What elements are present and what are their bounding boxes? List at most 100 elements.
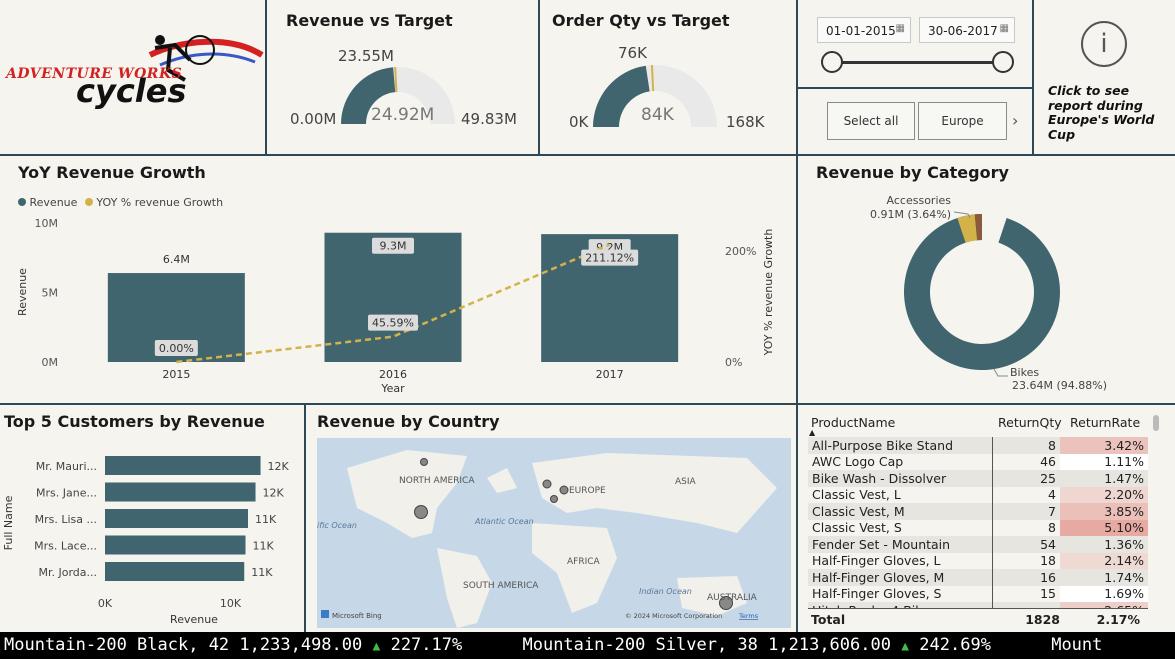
ticker-change: 242.69%: [919, 635, 991, 655]
gauge-current-value: 23.55M: [338, 47, 394, 65]
end-date-value: 30-06-2017: [928, 24, 998, 38]
world-map[interactable]: NORTH AMERICA EUROPE ASIA Atlantic Ocean…: [317, 438, 791, 628]
slider-track[interactable]: [832, 61, 1004, 64]
leader-line: [993, 368, 1008, 377]
ticker-item[interactable]: Mountain-200 Silver, 38 1,213,606.00 ▲ 2…: [522, 635, 1001, 655]
customer-bar: [105, 535, 246, 555]
calendar-icon[interactable]: ▦: [1000, 23, 1009, 34]
cell-return-rate: 5.10%: [1060, 519, 1148, 536]
customer-bar: [105, 482, 256, 502]
ticker-item[interactable]: Mountain-200 Black, 42 1,233,498.00 ▲ 22…: [4, 635, 472, 655]
ticker-item[interactable]: Mount: [1051, 635, 1102, 655]
table-row[interactable]: Half-Finger Gloves, L 18 2.14%: [808, 552, 1148, 569]
map-label: AFRICA: [567, 557, 601, 567]
table-row[interactable]: Classic Vest, S 8 5.10%: [808, 519, 1148, 536]
map-label: ific Ocean: [317, 521, 357, 530]
column-header-productname[interactable]: ProductName: [811, 415, 895, 430]
slider-end-handle[interactable]: [992, 51, 1014, 73]
y2-tick-label: 200%: [725, 245, 756, 258]
table-row[interactable]: All-Purpose Bike Stand 8 3.42%: [808, 437, 1148, 454]
table-row[interactable]: Half-Finger Gloves, M 16 1.74%: [808, 569, 1148, 586]
calendar-icon[interactable]: ▦: [896, 23, 905, 34]
select-all-button[interactable]: Select all: [827, 102, 915, 140]
customers-bar-chart: Mr. Mauri... 12K Mrs. Jane... 12K Mrs. Lisa …: [2, 456, 290, 626]
cell-return-qty: 16: [992, 569, 1060, 586]
map-bubble[interactable]: [550, 495, 558, 503]
map-bubble[interactable]: [542, 479, 552, 489]
table-body: All-Purpose Bike Stand 8 3.42% AWC Logo Cap…: [808, 437, 1148, 619]
map-label: NORTH AMERICA: [399, 476, 475, 486]
y-tick-label: 5M: [42, 287, 59, 300]
start-date-input[interactable]: 01-01-2015 ▦: [817, 17, 911, 43]
europe-button[interactable]: Europe: [918, 102, 1007, 140]
category-chart-card: Revenue by Category Accessories 0.91M (3.…: [798, 156, 1175, 403]
map-bubble[interactable]: [414, 505, 428, 519]
slice-value-label: 23.64M (94.88%): [1012, 379, 1107, 392]
chevron-right-icon[interactable]: ›: [1012, 111, 1018, 130]
info-icon[interactable]: i: [1081, 21, 1127, 67]
info-card[interactable]: i Click to see report during Europe's Wo…: [1034, 0, 1175, 154]
gauge-max-value: 49.83M: [461, 110, 517, 128]
table-row[interactable]: Classic Vest, L 4 2.20%: [808, 486, 1148, 503]
column-header-returnqty[interactable]: ReturnQty: [998, 415, 1062, 430]
cell-return-qty: 8: [992, 437, 1060, 454]
x-axis-label: Revenue: [170, 613, 218, 626]
x-tick-label: 0K: [98, 597, 113, 610]
end-date-input[interactable]: 30-06-2017 ▦: [919, 17, 1015, 43]
logo: ADVENTURE WORKS cycles: [0, 0, 265, 154]
info-text: Click to see report during Europe's Worl…: [1048, 83, 1155, 142]
table-row[interactable]: Classic Vest, M 7 3.85%: [808, 503, 1148, 520]
region-slicer: Select all Europe ›: [798, 89, 1032, 154]
table-row[interactable]: Bike Wash - Dissolver 25 1.47%: [808, 470, 1148, 487]
product-table-card: ProductName ReturnQty ReturnRate ▲ All-P…: [798, 405, 1175, 632]
map-label: SOUTH AMERICA: [463, 581, 539, 591]
slice-value-label: 0.91M (3.64%): [870, 208, 951, 221]
logo-text-bottom: cycles: [76, 72, 187, 110]
sort-up-icon[interactable]: ▲: [809, 428, 815, 437]
column-header-returnrate[interactable]: ReturnRate: [1070, 415, 1140, 430]
column-divider: [992, 437, 993, 622]
cell-return-rate: 1.74%: [1060, 569, 1148, 586]
bar-data-label: 11K: [252, 540, 274, 553]
cell-product: All-Purpose Bike Stand: [808, 437, 992, 454]
cell-return-rate: 1.11%: [1060, 453, 1148, 470]
table-row[interactable]: Fender Set - Mountain 54 1.36%: [808, 536, 1148, 553]
table-row[interactable]: Half-Finger Gloves, S 15 1.69%: [808, 585, 1148, 602]
revenue-gauge: [341, 67, 455, 124]
x-axis-label: Year: [380, 382, 405, 395]
map-credit: Microsoft Bing: [332, 612, 382, 620]
map-bubble[interactable]: [559, 485, 569, 495]
map-label: EUROPE: [569, 486, 606, 496]
cell-return-qty: 18: [1040, 553, 1056, 569]
map-label: Atlantic Ocean: [474, 517, 534, 526]
yoy-chart-card: YoY Revenue Growth Revenue YOY % revenue…: [0, 156, 796, 403]
bing-logo-icon: [321, 610, 329, 618]
map-terms-link[interactable]: Terms: [738, 612, 759, 620]
line-data-label: 45.59%: [372, 317, 414, 330]
map-bubble[interactable]: [420, 458, 428, 466]
ticker-product: Mountain-200 Silver, 38: [522, 635, 758, 655]
up-arrow-icon: ▲: [901, 639, 910, 654]
x-tick-label: 10K: [220, 597, 242, 610]
cell-return-qty: 25: [992, 470, 1060, 487]
customer-name-label: Mrs. Jane...: [36, 487, 97, 500]
chart-title: Revenue by Country: [317, 412, 500, 431]
vertical-scrollbar[interactable]: [1153, 415, 1159, 431]
customer-name-label: Mr. Jorda...: [38, 566, 97, 579]
yoy-combo-chart: 0M 5M 10M 0% 200% Revenue YOY % revenue Growth…: [16, 217, 775, 395]
table-total-row: Total 1828 2.17%: [808, 608, 1148, 628]
slider-start-handle[interactable]: [821, 51, 843, 73]
customer-name-label: Mrs. Lisa ...: [35, 513, 97, 526]
cell-return-qty: 54: [992, 536, 1060, 553]
table-row[interactable]: AWC Logo Cap 46 1.11%: [808, 453, 1148, 470]
gauge-center-value: 24.92M: [371, 105, 435, 125]
y2-tick-label: 0%: [725, 356, 742, 369]
ticker-value: 1,213,606.00: [768, 635, 891, 655]
total-rate: 2.17%: [1096, 612, 1140, 627]
customer-name-label: Mr. Mauri...: [36, 460, 97, 473]
cell-return-rate: 3.85%: [1060, 503, 1148, 520]
line-data-label: 211.12%: [585, 252, 634, 265]
cell-return-rate: 1.47%: [1060, 470, 1148, 487]
ticker-change: 227.17%: [390, 635, 463, 655]
cell-product: Classic Vest, S: [812, 520, 902, 536]
